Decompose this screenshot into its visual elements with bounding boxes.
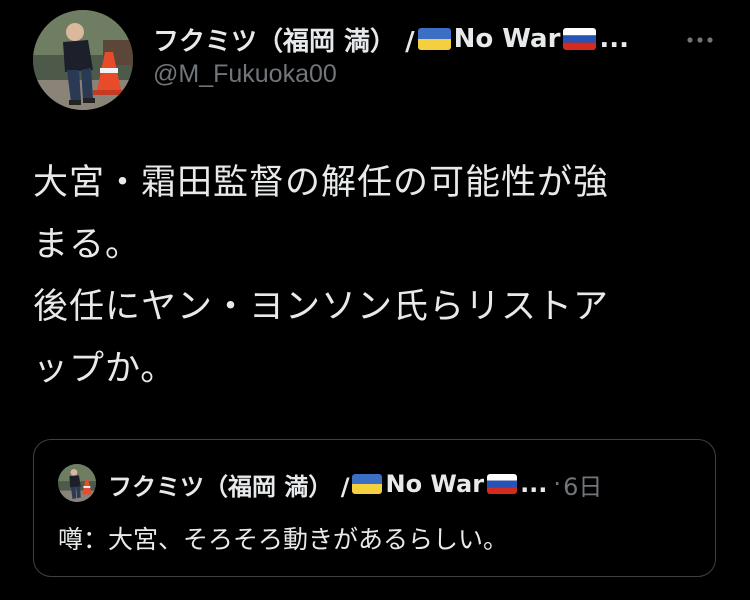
tweet-body-line: ップか。 (33, 349, 177, 389)
profile-photo-icon (33, 10, 133, 110)
russia-flag-icon (487, 474, 518, 494)
russia-flag-icon (563, 28, 597, 50)
tweet-header: フクミツ（福岡 満） / No War ... @M_Fukuoka00 (153, 20, 673, 89)
separator-dot: · (553, 470, 562, 498)
quoted-author-name-ellipsis: ... (520, 470, 548, 498)
ukraine-flag-icon (352, 474, 383, 494)
author-name-no-war: No War (453, 24, 561, 54)
tweet[interactable]: フクミツ（福岡 満） / No War ... @M_Fukuoka00 大宮・… (0, 0, 750, 600)
author-name-ellipsis: ... (599, 24, 630, 54)
quoted-tweet-timestamp[interactable]: 6日 (563, 467, 602, 502)
tweet-body-line: まる。 (33, 225, 142, 265)
tweet-body-line: 大宮・霜田監督の解任の可能性が強 (33, 163, 610, 203)
author-avatar[interactable] (33, 10, 133, 110)
quoted-author-avatar[interactable] (58, 464, 96, 502)
author-handle[interactable]: @M_Fukuoka00 (153, 60, 673, 89)
profile-photo-icon (58, 464, 96, 502)
quoted-author-name[interactable]: フクミツ（福岡 満） / No War ... (108, 467, 547, 502)
more-horizontal-icon[interactable] (684, 30, 716, 50)
author-name[interactable]: フクミツ（福岡 満） / No War ... (153, 20, 673, 58)
quoted-author-name-text: フクミツ（福岡 満） / (108, 472, 350, 501)
tweet-body: 大宮・霜田監督の解任の可能性が強 まる。 後任にヤン・ヨンソン氏らリストア ップ… (33, 152, 713, 400)
quoted-tweet-text: 噂：大宮、そろそろ動きがあるらしい。 (58, 525, 509, 554)
quoted-tweet[interactable]: フクミツ（福岡 満） / No War ... · 6日 噂：大宮、そろそろ動き… (33, 439, 716, 577)
quoted-tweet-header: フクミツ（福岡 満） / No War ... · 6日 (108, 467, 602, 501)
quoted-author-name-no-war: No War (385, 470, 485, 498)
ukraine-flag-icon (417, 28, 451, 50)
author-name-text: フクミツ（福岡 満） / (153, 26, 415, 57)
tweet-body-line: 後任にヤン・ヨンソン氏らリストア (33, 287, 610, 327)
